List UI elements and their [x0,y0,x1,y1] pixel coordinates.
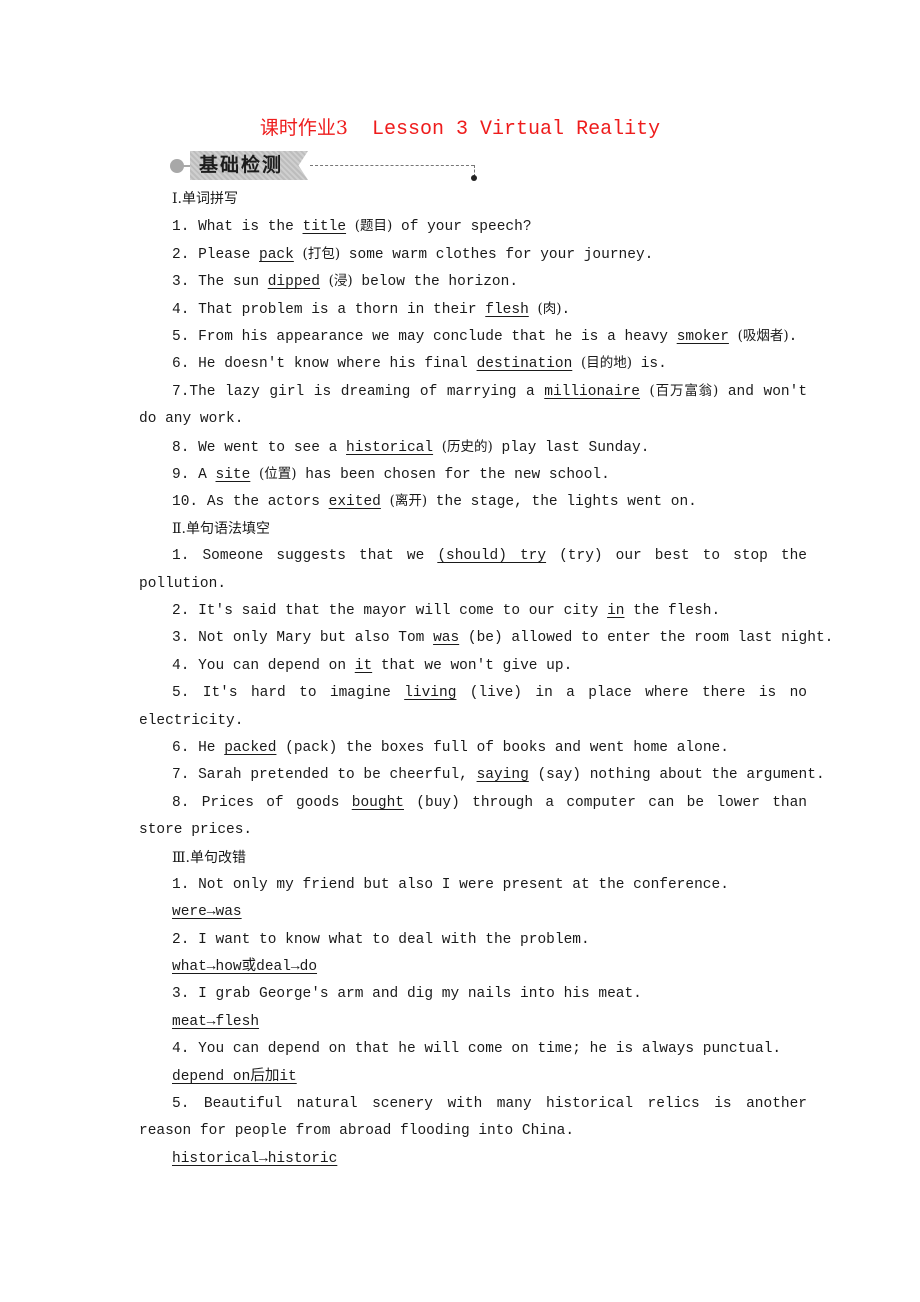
answer: exited [328,494,381,511]
answer: dipped [267,274,320,291]
correction: depend on后加it [172,1068,297,1085]
answer: destination [476,356,573,373]
exercise-item: 4. That problem is a thorn in their fles… [172,300,571,318]
page-title: 课时作业3 Lesson 3 Virtual Reality [0,113,920,141]
exercise-item: 2. It's said that the mayor will come to… [172,602,721,619]
exercise-item: 8. We went to see a historical (历史的) pla… [172,438,650,456]
exercise-item: 7. Sarah pretended to be cheerful, sayin… [172,767,825,784]
correction: historical→historic [172,1150,338,1167]
section-heading: Ⅱ.单句语法填空 [172,520,270,537]
exercise-item: 3. The sun dipped (浸) below the horizon. [172,273,519,291]
exercise-item: 2. Please pack (打包) some warm clothes fo… [172,245,654,263]
end-dot-icon [471,175,477,181]
answer: pack [259,246,294,263]
exercise-item: 7.The lazy girl is dreaming of marrying … [139,382,808,428]
answer: living [404,685,457,702]
exercise-content: Ⅰ.单词拼写 1. What is the title (题目) of your… [139,186,834,1173]
title-cn: 课时作业3 [259,117,349,139]
answer: smoker [676,328,729,345]
dashed-divider [310,165,474,166]
exercise-item: 8. Prices of goods bought (buy) through … [139,794,808,839]
answer: bought [351,794,404,811]
error-sentence: 5. Beautiful natural scenery with many h… [139,1096,808,1140]
exercise-item: 9. A site (位置) has been chosen for the n… [172,465,610,483]
exercise-item: 5. From his appearance we may conclude t… [172,327,798,345]
answer: in [607,602,625,619]
error-sentence: 1. Not only my friend but also I were pr… [172,876,729,893]
error-sentence: 2. I want to know what to deal with the … [172,931,590,948]
title-en: Lesson 3 Virtual Reality [372,118,661,141]
answer: (should) try [437,548,547,565]
exercise-item: 10. As the actors exited (离开) the stage,… [172,493,697,511]
answer: it [354,657,373,674]
answer: saying [476,767,529,784]
answer: millionaire [544,383,640,400]
exercise-item: 4. You can depend on it that we won't gi… [172,657,573,674]
exercise-item: 3. Not only Mary but also Tom was (be) a… [172,630,834,647]
correction: what→how或deal→do [172,959,318,976]
answer: packed [224,739,277,756]
correction: meat→flesh [172,1013,260,1030]
exercise-item: 1. Someone suggests that we (should) try… [139,548,808,592]
error-sentence: 3. I grab George's arm and dig my nails … [172,986,642,1003]
section-badge: 基础检测 [168,150,488,182]
exercise-item: 6. He packed (pack) the boxes full of bo… [172,739,729,756]
correction: were→was [172,904,242,921]
answer: flesh [485,301,529,318]
answer: was [433,630,460,647]
exercise-item: 1. What is the title (题目) of your speech… [172,218,532,236]
section-heading: Ⅰ.单词拼写 [172,191,238,207]
answer: historical [346,439,434,456]
badge-label: 基础检测 [190,151,308,180]
exercise-item: 6. He doesn't know where his final desti… [172,355,667,373]
error-sentence: 4. You can depend on that he will come o… [172,1041,782,1058]
answer: title [302,219,347,236]
answer: site [215,466,251,483]
section-heading: Ⅲ.单句改错 [172,849,246,866]
exercise-item: 5. It's hard to imagine living (live) in… [139,685,808,729]
